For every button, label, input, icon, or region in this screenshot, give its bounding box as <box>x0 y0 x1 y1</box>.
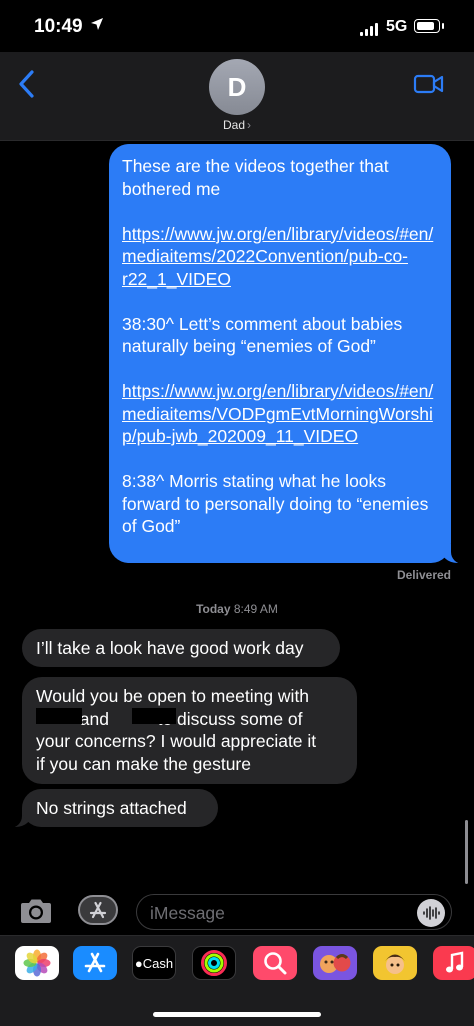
status-bar: 10:49 5G <box>0 0 474 52</box>
message-text: These are the videos together that bothe… <box>122 156 389 199</box>
music-app-icon[interactable] <box>433 946 474 980</box>
camera-button[interactable] <box>18 897 54 930</box>
timestamp-time: 8:49 AM <box>233 602 278 616</box>
incoming-message[interactable]: No strings attached <box>22 789 218 827</box>
message-input[interactable]: iMessage <box>136 894 452 930</box>
memoji-app-icon[interactable] <box>313 946 357 980</box>
delivered-status: Delivered <box>396 568 451 582</box>
app-store-app-icon[interactable] <box>73 946 117 980</box>
cellular-signal-icon <box>360 23 378 36</box>
outgoing-message[interactable]: These are the videos together that bothe… <box>109 144 451 563</box>
message-text: 38:30^ Lett’s comment about babies natur… <box>122 313 403 357</box>
app-drawer: ● Cash <box>0 935 474 1026</box>
video-link-2[interactable]: https://www.jw.org/en/library/videos/#en… <box>122 381 433 446</box>
video-link-1[interactable]: https://www.jw.org/en/library/videos/#en… <box>122 224 433 289</box>
compose-bar: iMessage <box>0 885 474 935</box>
timestamp-day: Today <box>196 602 231 616</box>
apple-cash-label: Cash <box>142 955 174 971</box>
avatar-initial: D <box>227 71 247 102</box>
contact-name-button[interactable]: Dad › <box>0 118 474 132</box>
contact-name: Dad <box>222 118 245 132</box>
facetime-video-icon[interactable] <box>413 72 445 101</box>
redaction-mark <box>132 708 176 724</box>
apple-cash-app-icon[interactable]: ● Cash <box>132 946 176 980</box>
status-time: 10:49 <box>34 16 83 37</box>
redaction-mark <box>36 708 82 724</box>
back-button[interactable] <box>16 69 38 104</box>
chevron-right-icon: › <box>247 118 251 132</box>
image-search-app-icon[interactable] <box>253 946 297 980</box>
battery-icon <box>414 19 444 33</box>
conversation-header: D Dad › <box>0 52 474 141</box>
location-arrow-icon <box>90 17 104 36</box>
incoming-message[interactable]: I’ll take a look have good work day <box>22 629 340 667</box>
network-type: 5G <box>386 18 408 35</box>
message-text: No strings attached <box>36 798 187 818</box>
scrollbar[interactable] <box>465 820 468 884</box>
app-store-button[interactable] <box>78 895 118 925</box>
audio-message-icon[interactable] <box>417 899 445 927</box>
memoji-stickers-app-icon[interactable] <box>373 946 417 980</box>
incoming-message[interactable]: Would you be open to meeting with and to… <box>22 677 357 784</box>
message-text: I’ll take a look have good work day <box>36 638 304 658</box>
message-text: Would you be open to meeting with and to… <box>36 686 317 774</box>
apple-logo-icon: ● <box>134 955 143 971</box>
contact-avatar[interactable]: D <box>209 59 265 115</box>
photos-app-icon[interactable] <box>15 946 59 980</box>
timestamp: Today 8:49 AM <box>0 602 474 616</box>
activity-app-icon[interactable] <box>192 946 236 980</box>
message-input-placeholder: iMessage <box>150 903 225 923</box>
message-text: 8:38^ Morris stating what he looks forwa… <box>122 471 429 536</box>
message-thread[interactable]: These are the videos together that bothe… <box>0 140 474 885</box>
home-indicator[interactable] <box>153 1012 321 1017</box>
